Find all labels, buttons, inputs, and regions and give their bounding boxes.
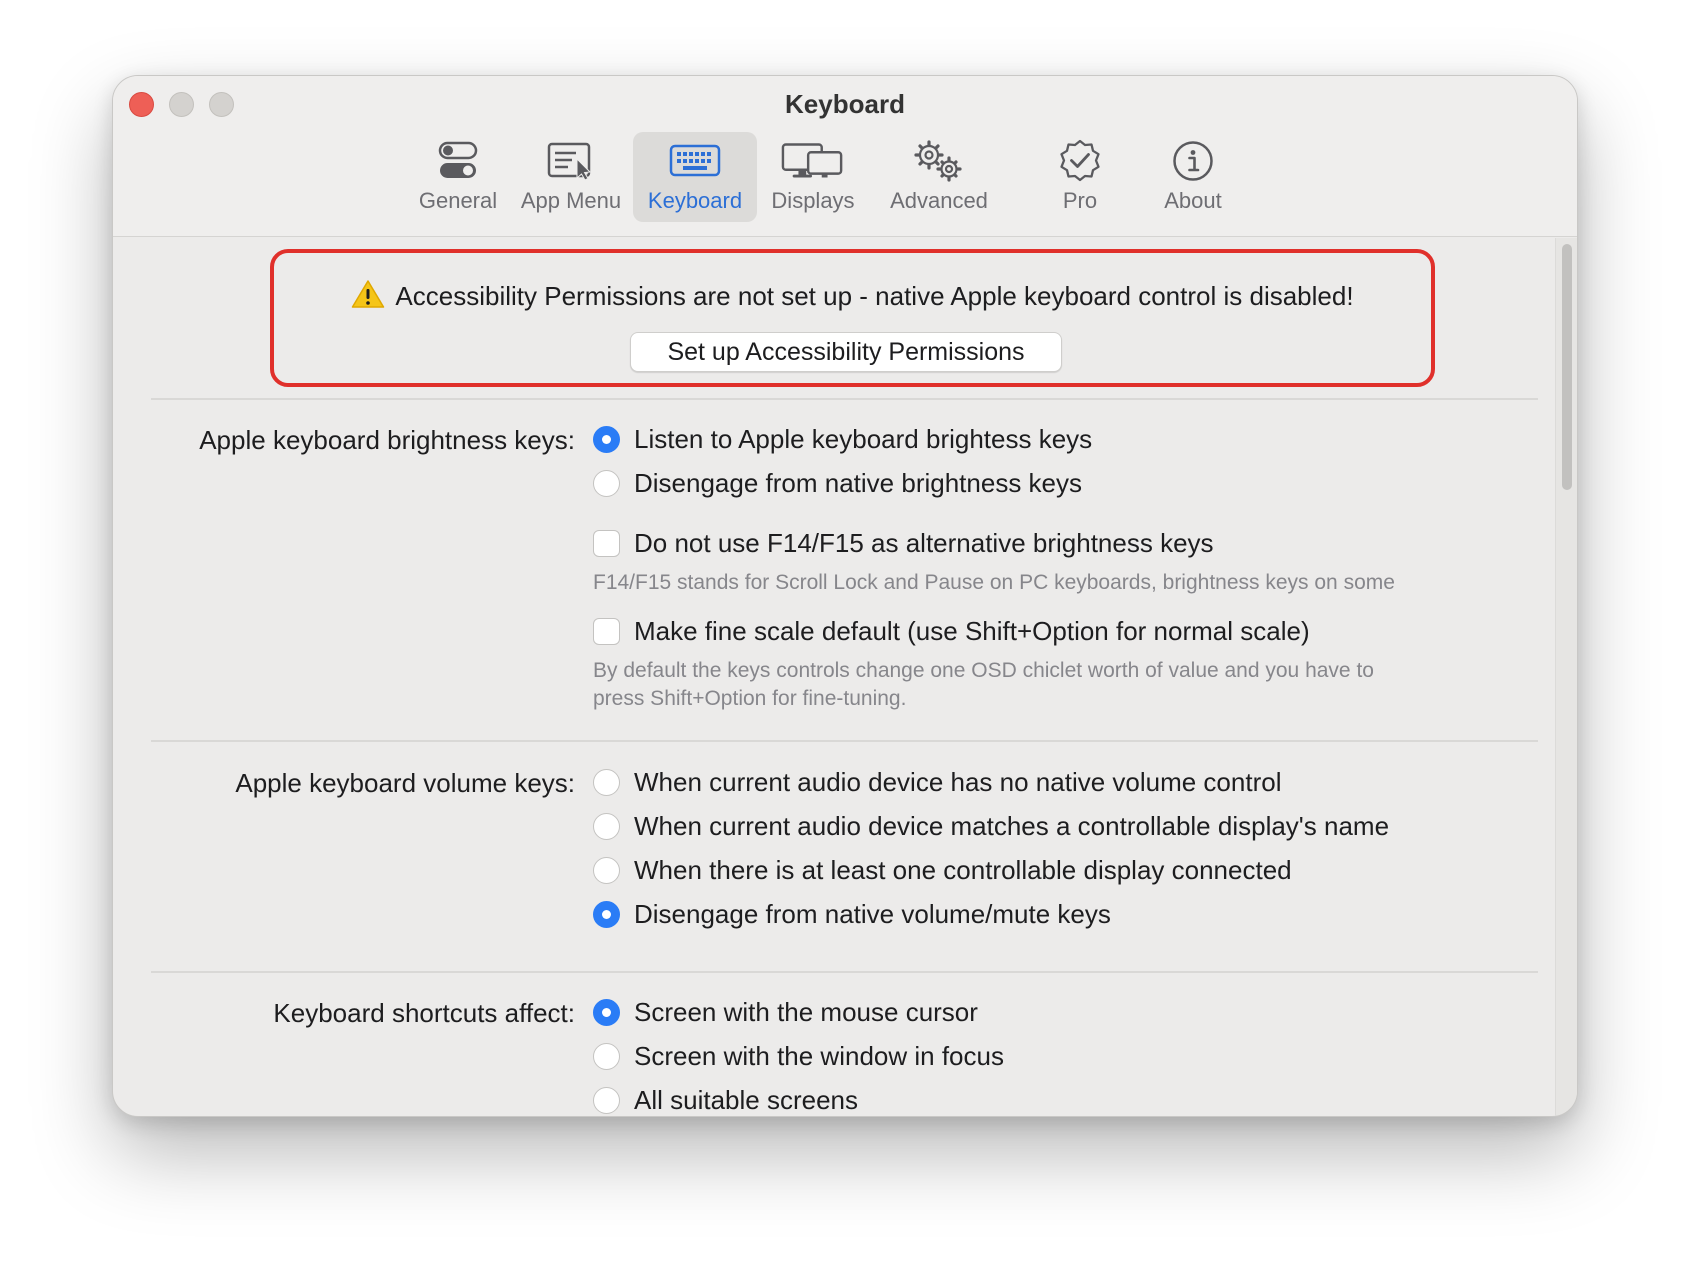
- volume-option-display-name[interactable]: When current audio device matches a cont…: [593, 811, 1389, 842]
- tab-pro[interactable]: Pro: [1030, 132, 1130, 222]
- radio-button[interactable]: [593, 999, 620, 1026]
- accessibility-warning-text: Accessibility Permissions are not set up…: [395, 281, 1354, 311]
- tab-advanced[interactable]: Advanced: [869, 132, 1009, 222]
- fine-scale-help-text: By default the keys controls change one …: [593, 659, 1374, 710]
- tab-displays[interactable]: Displays: [758, 132, 868, 222]
- tab-app-menu[interactable]: App Menu: [511, 132, 631, 222]
- tab-label: Keyboard: [647, 188, 743, 213]
- tab-label: Pro: [1062, 188, 1098, 213]
- section-divider: [151, 398, 1538, 400]
- checkbox[interactable]: [593, 618, 620, 645]
- volume-keys-label: Apple keyboard volume keys:: [235, 768, 575, 798]
- accessibility-warning-box: Accessibility Permissions are not set up…: [270, 249, 1435, 387]
- radio-button[interactable]: [593, 813, 620, 840]
- tab-label: General: [418, 188, 498, 213]
- info-icon: [1161, 136, 1225, 186]
- tab-label: App Menu: [520, 188, 622, 213]
- f14-f15-help-text: F14/F15 stands for Scroll Lock and Pause…: [593, 571, 1395, 594]
- gears-icon: [907, 136, 971, 186]
- radio-button[interactable]: [593, 470, 620, 497]
- radio-button[interactable]: [593, 769, 620, 796]
- radio-button[interactable]: [593, 426, 620, 453]
- f14-f15-checkbox-row[interactable]: Do not use F14/F15 as alternative bright…: [593, 528, 1214, 559]
- section-divider: [151, 971, 1538, 973]
- window-title: Keyboard: [785, 89, 905, 119]
- brightness-option-disengage[interactable]: Disengage from native brightness keys: [593, 468, 1082, 499]
- scrollbar-thumb[interactable]: [1562, 244, 1572, 490]
- tab-label: About: [1164, 188, 1222, 213]
- shortcuts-option-mouse-cursor[interactable]: Screen with the mouse cursor: [593, 997, 978, 1028]
- radio-button[interactable]: [593, 1087, 620, 1114]
- keyboard-settings-pane: Accessibility Permissions are not set up…: [113, 238, 1577, 1116]
- app-menu-icon: [539, 136, 603, 186]
- volume-option-controllable-display[interactable]: When there is at least one controllable …: [593, 855, 1292, 886]
- brightness-option-listen[interactable]: Listen to Apple keyboard brightess keys: [593, 424, 1092, 455]
- radio-button[interactable]: [593, 857, 620, 884]
- shortcuts-option-window-focus[interactable]: Screen with the window in focus: [593, 1041, 1004, 1072]
- tab-about[interactable]: About: [1143, 132, 1243, 222]
- preferences-toolbar: General App Menu Keyboard Displays Advan…: [113, 132, 1577, 228]
- tab-label: Advanced: [890, 188, 988, 213]
- radio-button[interactable]: [593, 1043, 620, 1070]
- shortcuts-affect-label: Keyboard shortcuts affect:: [273, 998, 575, 1028]
- verified-badge-icon: [1048, 136, 1112, 186]
- volume-option-no-native[interactable]: When current audio device has no native …: [593, 767, 1281, 798]
- section-divider: [151, 740, 1538, 742]
- title-bar: Keyboard General App Menu Keyboard Displ…: [113, 76, 1577, 237]
- vertical-scrollbar[interactable]: [1555, 238, 1577, 1116]
- preferences-window: Keyboard General App Menu Keyboard Displ…: [112, 75, 1578, 1117]
- keyboard-icon: [663, 136, 727, 186]
- tab-keyboard[interactable]: Keyboard: [633, 132, 757, 222]
- fine-scale-checkbox-row[interactable]: Make fine scale default (use Shift+Optio…: [593, 616, 1310, 647]
- checkbox[interactable]: [593, 530, 620, 557]
- tab-general[interactable]: General: [408, 132, 508, 222]
- shortcuts-option-all-screens[interactable]: All suitable screens: [593, 1085, 858, 1116]
- volume-option-disengage[interactable]: Disengage from native volume/mute keys: [593, 899, 1111, 930]
- setup-accessibility-button[interactable]: Set up Accessibility Permissions: [630, 332, 1062, 372]
- toggle-switches-icon: [426, 136, 490, 186]
- displays-icon: [781, 136, 845, 186]
- brightness-keys-label: Apple keyboard brightness keys:: [199, 425, 575, 455]
- tab-label: Displays: [771, 188, 855, 213]
- radio-button[interactable]: [593, 901, 620, 928]
- warning-icon: [351, 279, 385, 316]
